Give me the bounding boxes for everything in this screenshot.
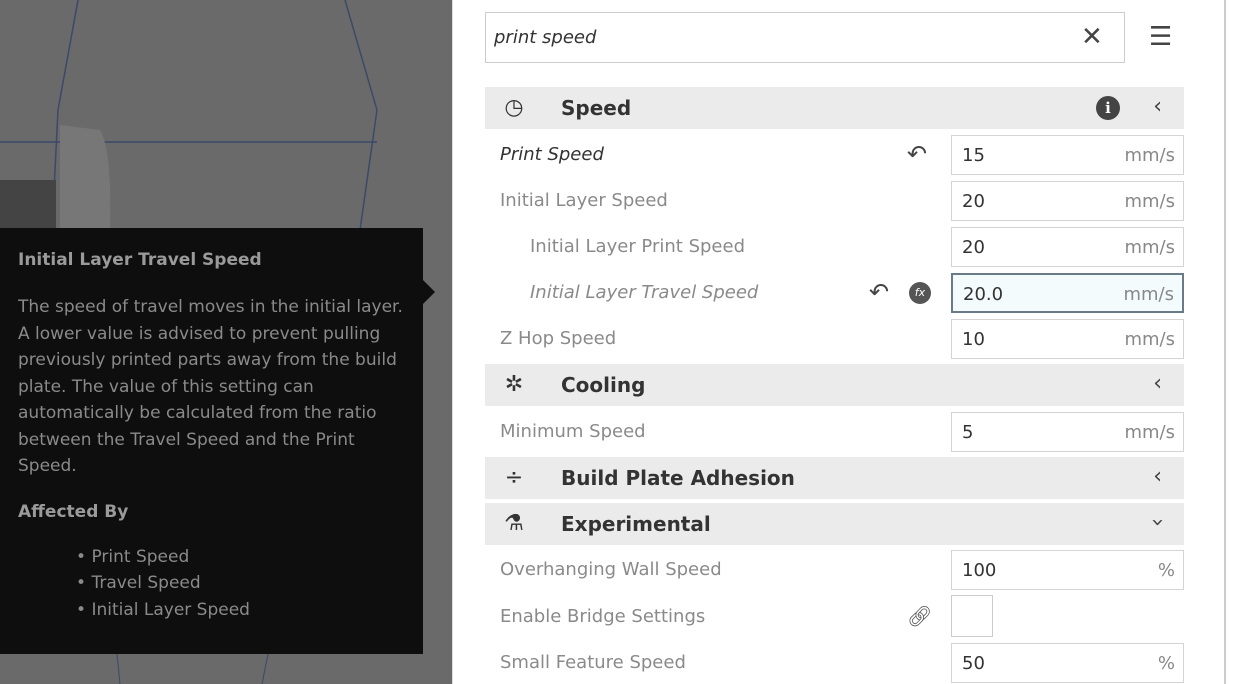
setting-label: Print Speed xyxy=(500,144,604,165)
chevron-left-icon[interactable]: ‹ xyxy=(1153,464,1162,489)
setting-tooltip: Initial Layer Travel Speed The speed of … xyxy=(0,228,435,654)
setting-label: Initial Layer Print Speed xyxy=(530,236,745,257)
menu-icon[interactable]: ☰ xyxy=(1149,22,1172,52)
speedometer-icon: ◷ xyxy=(504,95,524,120)
affected-item: Travel Speed xyxy=(76,570,405,597)
initial-layer-speed-input[interactable]: 20 mm/s xyxy=(951,181,1184,221)
setting-enable-bridge-settings: Enable Bridge Settings 🔗︎ xyxy=(485,595,1184,638)
value: 5 xyxy=(962,422,974,443)
value: 20.0 xyxy=(963,284,1004,305)
value: 20 xyxy=(962,191,985,212)
value: 10 xyxy=(962,329,985,350)
affected-list: Print Speed Travel Speed Initial Layer S… xyxy=(18,544,405,624)
setting-label: Initial Layer Speed xyxy=(500,190,668,211)
print-settings-panel: print speed ✕ ☰ ◷ Speed i ‹ Print Speed … xyxy=(452,0,1226,684)
chevron-down-icon[interactable]: ‹ xyxy=(1145,518,1170,527)
affected-item: Print Speed xyxy=(76,544,405,571)
enable-bridge-checkbox[interactable] xyxy=(951,595,993,637)
minimum-speed-input[interactable]: 5 mm/s xyxy=(951,412,1184,452)
flask-icon: ⚗ xyxy=(504,511,524,536)
info-icon[interactable]: i xyxy=(1096,96,1120,120)
setting-z-hop-speed: Z Hop Speed 10 mm/s xyxy=(485,318,1184,360)
section-label: Cooling xyxy=(561,373,646,397)
unit: mm/s xyxy=(1124,145,1175,166)
unit: mm/s xyxy=(1124,237,1175,258)
chevron-left-icon[interactable]: ‹ xyxy=(1153,94,1162,119)
small-feature-speed-input[interactable]: 50% xyxy=(951,643,1184,683)
unit: % xyxy=(1157,653,1175,674)
setting-label: Z Hop Speed xyxy=(500,328,617,349)
tooltip-description: The speed of travel moves in the initial… xyxy=(18,297,403,476)
setting-minimum-speed: Minimum Speed 5 mm/s xyxy=(485,411,1184,453)
adhesion-icon: ÷ xyxy=(504,465,524,490)
setting-label: Overhanging Wall Speed xyxy=(500,559,722,580)
unit: mm/s xyxy=(1124,422,1175,443)
tooltip-title: Initial Layer Travel Speed xyxy=(18,250,262,270)
value: 100 xyxy=(962,560,997,581)
value: 50 xyxy=(962,653,985,674)
unit: mm/s xyxy=(1124,191,1175,212)
section-speed[interactable]: ◷ Speed i ‹ xyxy=(485,87,1184,129)
setting-label: Initial Layer Travel Speed xyxy=(530,282,759,303)
setting-label: Minimum Speed xyxy=(500,421,646,442)
setting-label: Enable Bridge Settings xyxy=(500,606,706,627)
tooltip-affected-heading: Affected By xyxy=(18,501,129,522)
function-icon[interactable]: fx xyxy=(909,282,931,304)
reset-icon[interactable]: ↶ xyxy=(869,278,889,306)
setting-print-speed: Print Speed ↶ 15 mm/s xyxy=(485,134,1184,176)
z-hop-speed-input[interactable]: 10 mm/s xyxy=(951,319,1184,359)
section-build-plate-adhesion[interactable]: ÷ Build Plate Adhesion ‹ xyxy=(485,457,1184,499)
clear-search-icon[interactable]: ✕ xyxy=(1081,22,1103,52)
setting-initial-layer-travel-speed: Initial Layer Travel Speed ↶ fx 20.0 mm/s xyxy=(485,272,1184,314)
initial-layer-print-speed-input[interactable]: 20 mm/s xyxy=(951,227,1184,267)
3d-viewport[interactable]: Initial Layer Travel Speed The speed of … xyxy=(0,0,452,684)
setting-small-feature-speed: Small Feature Speed 50% xyxy=(485,642,1184,684)
unit: mm/s xyxy=(1124,329,1175,350)
section-experimental[interactable]: ⚗ Experimental ‹ xyxy=(485,503,1184,545)
setting-initial-layer-print-speed: Initial Layer Print Speed 20 mm/s xyxy=(485,226,1184,268)
link-icon: 🔗︎ xyxy=(907,604,933,628)
chevron-left-icon[interactable]: ‹ xyxy=(1153,371,1162,396)
search-input[interactable]: print speed xyxy=(485,12,1125,63)
section-label: Experimental xyxy=(561,512,711,536)
initial-layer-travel-speed-input[interactable]: 20.0 mm/s xyxy=(951,273,1184,313)
print-speed-input[interactable]: 15 mm/s xyxy=(951,135,1184,175)
setting-label: Small Feature Speed xyxy=(500,652,686,673)
section-cooling[interactable]: ✲ Cooling ‹ xyxy=(485,364,1184,406)
section-label: Speed xyxy=(561,96,632,120)
section-label: Build Plate Adhesion xyxy=(561,466,795,490)
value: 20 xyxy=(962,237,985,258)
setting-overhanging-wall-speed: Overhanging Wall Speed 100% xyxy=(485,549,1184,591)
affected-item: Initial Layer Speed xyxy=(76,597,405,624)
unit: % xyxy=(1157,560,1175,581)
reset-icon[interactable]: ↶ xyxy=(907,140,927,168)
unit: mm/s xyxy=(1123,284,1174,305)
value: 15 xyxy=(962,145,985,166)
fan-icon: ✲ xyxy=(504,372,524,397)
overhanging-wall-speed-input[interactable]: 100% xyxy=(951,550,1184,590)
setting-initial-layer-speed: Initial Layer Speed 20 mm/s xyxy=(485,180,1184,222)
